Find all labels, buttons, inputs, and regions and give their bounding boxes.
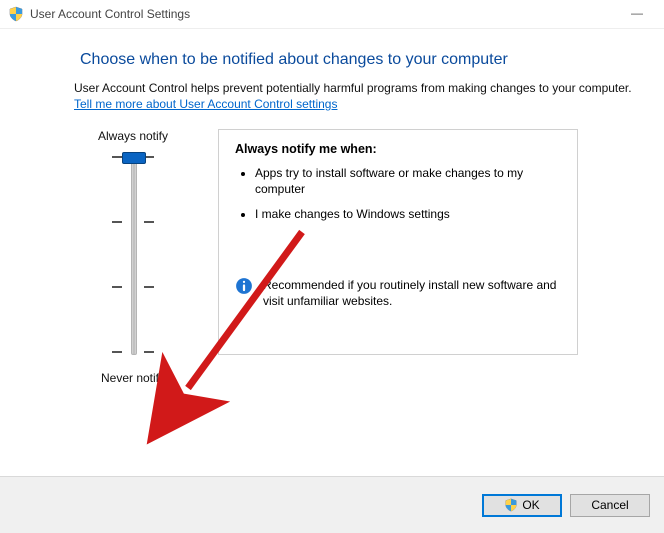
help-link[interactable]: Tell me more about User Account Control …: [74, 97, 337, 111]
shield-icon: [8, 6, 24, 22]
slider-tick: [144, 351, 154, 353]
slider-tick: [112, 351, 122, 353]
slider-tick: [144, 221, 154, 223]
ok-button[interactable]: OK: [482, 494, 562, 517]
notification-slider: Always notify Never notify: [88, 129, 178, 385]
panel-bullets: Apps try to install software or make cha…: [245, 166, 561, 223]
recommendation-text: Recommended if you routinely install new…: [263, 277, 561, 309]
slider-top-label: Always notify: [88, 129, 178, 143]
slider-tick: [112, 286, 122, 288]
panel-title: Always notify me when:: [235, 142, 561, 156]
slider-tick: [144, 286, 154, 288]
titlebar: User Account Control Settings —: [0, 0, 664, 29]
slider-track: [131, 157, 137, 355]
content-area: Choose when to be notified about changes…: [0, 29, 664, 385]
panel-bullet: Apps try to install software or make cha…: [255, 166, 561, 197]
shield-icon: [504, 498, 518, 512]
recommendation: Recommended if you routinely install new…: [235, 277, 561, 309]
description-panel: Always notify me when: Apps try to insta…: [218, 129, 578, 355]
slider-bottom-label: Never notify: [88, 371, 178, 385]
cancel-button[interactable]: Cancel: [570, 494, 650, 517]
panel-bullet: I make changes to Windows settings: [255, 207, 561, 223]
info-icon: [235, 277, 253, 298]
minimize-hint-icon: —: [630, 6, 644, 20]
ok-button-label: OK: [522, 498, 539, 512]
page-description: User Account Control helps prevent poten…: [74, 81, 638, 95]
cancel-button-label: Cancel: [591, 498, 628, 512]
dialog-footer: OK Cancel: [0, 476, 664, 533]
page-heading: Choose when to be notified about changes…: [80, 51, 638, 69]
window-title: User Account Control Settings: [30, 7, 190, 21]
slider-tick: [112, 156, 122, 158]
slider-thumb[interactable]: [122, 152, 146, 164]
slider-track-area[interactable]: [103, 151, 163, 361]
slider-tick: [112, 221, 122, 223]
